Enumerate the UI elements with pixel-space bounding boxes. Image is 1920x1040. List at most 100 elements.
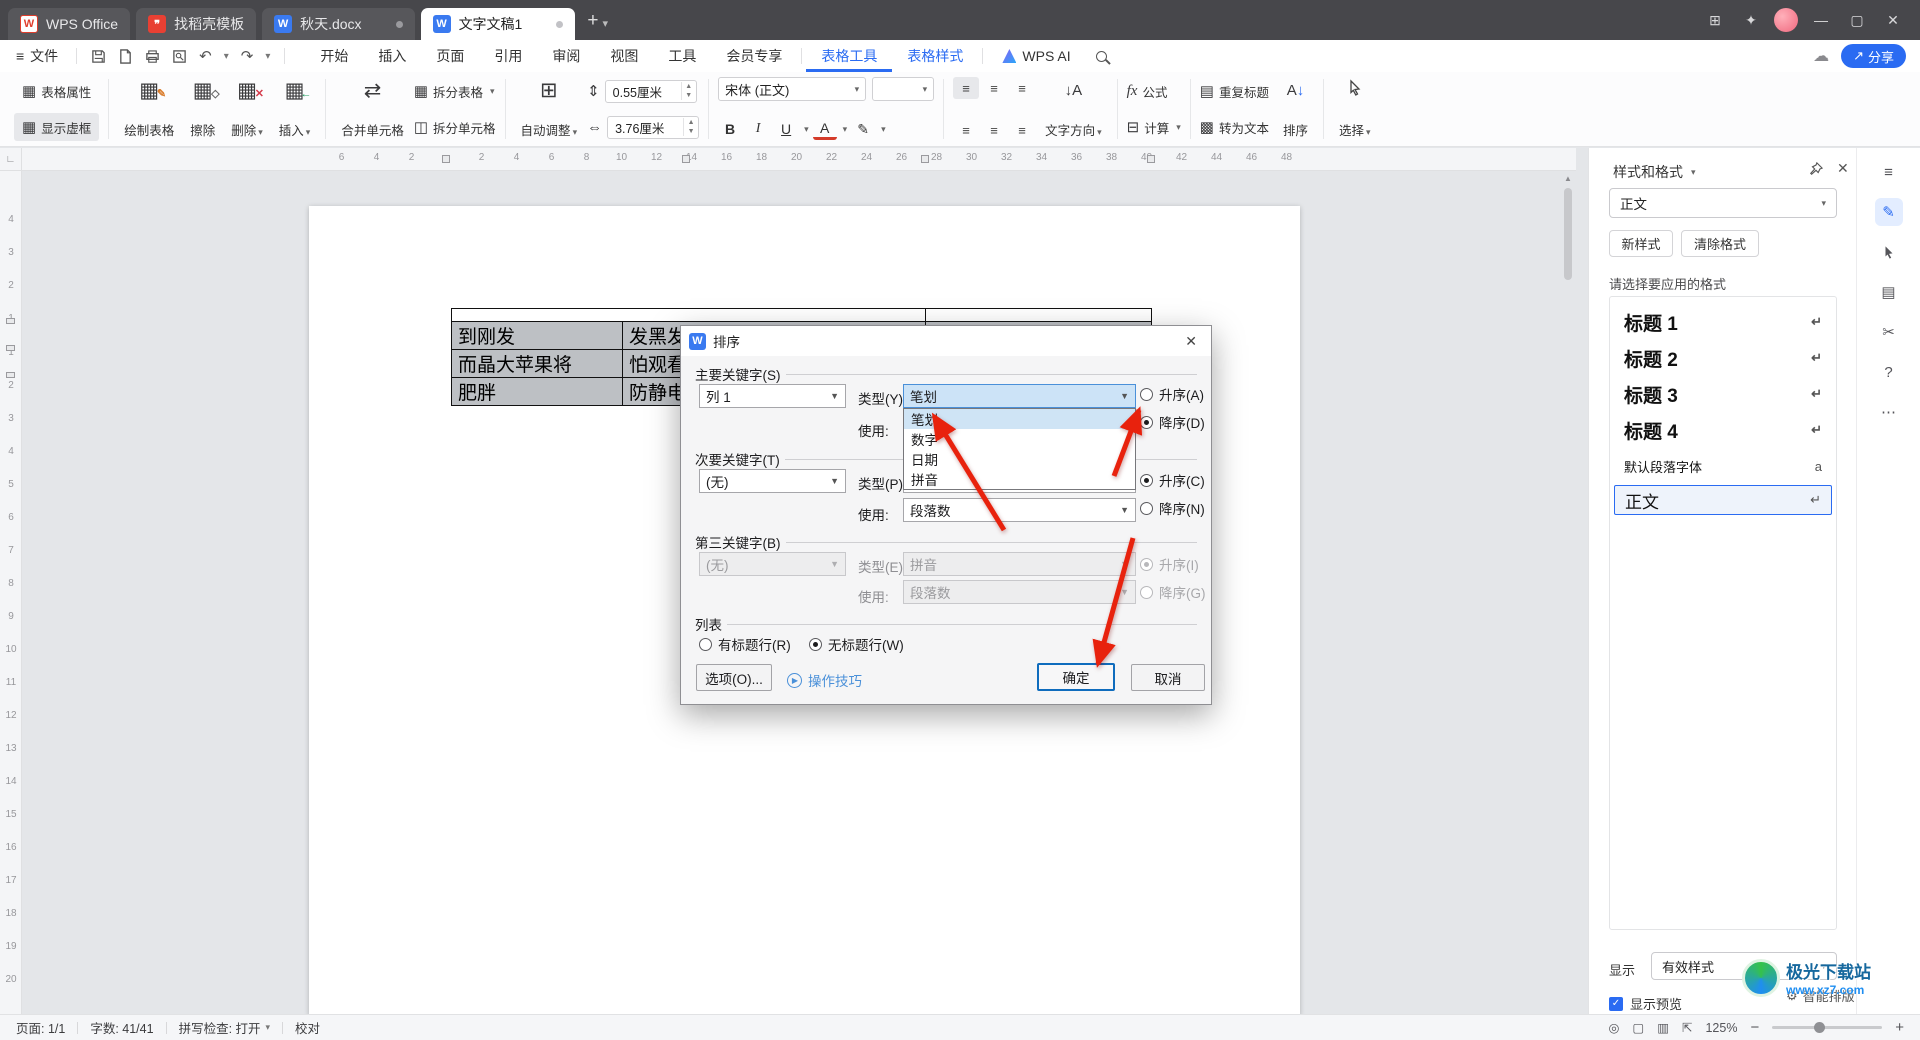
- print-preview-icon[interactable]: [172, 49, 187, 64]
- secondary-use-select[interactable]: 段落数▼: [903, 498, 1136, 522]
- select-button[interactable]: 选择▾: [1333, 77, 1377, 141]
- formula-button[interactable]: fx公式: [1127, 77, 1181, 105]
- table-row-marker[interactable]: [6, 372, 15, 378]
- menu-insert[interactable]: 插入: [363, 40, 421, 72]
- zoom-slider-thumb[interactable]: [1814, 1022, 1825, 1033]
- underline-chevron-icon[interactable]: ▾: [804, 124, 809, 135]
- styles-panel-title[interactable]: 样式和格式▾: [1613, 162, 1696, 182]
- minimize-button[interactable]: —: [1808, 12, 1834, 28]
- secondary-descending-radio[interactable]: 降序(N): [1140, 498, 1205, 518]
- new-style-button[interactable]: 新样式: [1609, 230, 1673, 257]
- undo-chevron-icon[interactable]: ▾: [224, 51, 229, 62]
- secondary-column-select[interactable]: (无)▼: [699, 469, 846, 493]
- dialog-title-bar[interactable]: W 排序 ✕: [681, 326, 1211, 356]
- menu-review[interactable]: 审阅: [537, 40, 595, 72]
- toolbar-chevron-icon[interactable]: ▾: [265, 51, 270, 62]
- column-width-stepper[interactable]: 3.76厘米▲▼: [607, 116, 699, 139]
- sort-button[interactable]: A↓排序: [1277, 77, 1314, 141]
- cloud-sync-icon[interactable]: ☁: [1813, 46, 1829, 66]
- tab-list-chevron-icon[interactable]: ▾: [602, 17, 608, 30]
- spin-buttons[interactable]: ▲▼: [683, 118, 698, 136]
- table-cell[interactable]: 肥胖: [452, 378, 623, 406]
- autofit-button[interactable]: ⊞自动调整▾: [515, 77, 584, 141]
- style-body-selected[interactable]: 正文↵: [1614, 485, 1832, 515]
- header-row-radio[interactable]: 有标题行(R): [699, 634, 791, 654]
- align-top-center-button[interactable]: ≡: [981, 77, 1007, 99]
- close-button[interactable]: ✕: [1880, 12, 1906, 29]
- help-icon[interactable]: ?: [1875, 358, 1903, 386]
- scrollbar-thumb[interactable]: [1564, 188, 1572, 280]
- pin-icon[interactable]: [1809, 162, 1823, 181]
- share-button[interactable]: ↗分享: [1841, 44, 1906, 68]
- table-properties-button[interactable]: ▦表格属性: [14, 77, 99, 105]
- merge-cells-button[interactable]: ⇄合并单元格: [335, 77, 410, 141]
- save-icon[interactable]: [91, 49, 106, 64]
- select-tool-icon[interactable]: [1875, 238, 1903, 266]
- table-column-marker[interactable]: [682, 155, 690, 163]
- cancel-button[interactable]: 取消: [1131, 664, 1205, 691]
- zoom-in-icon[interactable]: +: [1895, 1019, 1904, 1036]
- show-preview-checkbox[interactable]: ✓显示预览: [1609, 994, 1682, 1013]
- current-style-select[interactable]: 正文▾: [1609, 188, 1837, 218]
- vertical-ruler[interactable]: 4 3 2 1 1 2 3 4 5 6 7 8 9 10 11 12 13 14…: [0, 171, 22, 1014]
- table-cell[interactable]: 而晶大苹果将: [452, 350, 623, 378]
- split-table-button[interactable]: ▦拆分表格▾: [414, 77, 496, 105]
- type-option[interactable]: 日期: [904, 449, 1135, 469]
- table-cell[interactable]: 到刚发: [452, 322, 623, 350]
- italic-button[interactable]: I: [746, 117, 770, 141]
- tab-qiutian-docx[interactable]: W 秋天.docx: [262, 8, 414, 40]
- align-bottom-center-button[interactable]: ≡: [981, 119, 1007, 141]
- font-color-button[interactable]: A: [813, 118, 837, 140]
- menu-start[interactable]: 开始: [305, 40, 363, 72]
- document-scrollbar[interactable]: ▲: [1562, 172, 1574, 1014]
- eye-protect-icon[interactable]: ◎: [1608, 1020, 1619, 1035]
- no-header-row-radio[interactable]: 无标题行(W): [809, 634, 904, 654]
- menu-page[interactable]: 页面: [421, 40, 479, 72]
- page-view-icon[interactable]: ▢: [1632, 1020, 1644, 1035]
- secondary-ascending-radio[interactable]: 升序(C): [1140, 470, 1205, 490]
- tab-docer-template[interactable]: ❞ 找稻壳模板: [136, 8, 256, 40]
- calc-button[interactable]: ⊟计算▾: [1127, 113, 1181, 141]
- spellcheck-chevron-icon[interactable]: ▾: [266, 1022, 271, 1033]
- table-row-marker[interactable]: [6, 345, 15, 351]
- font-color-chevron-icon[interactable]: ▾: [843, 124, 848, 135]
- to-text-button[interactable]: ▩转为文本: [1200, 113, 1269, 141]
- ok-button[interactable]: 确定: [1037, 663, 1115, 691]
- horizontal-ruler[interactable]: 642 246810121416182022242628303234363840…: [22, 148, 1576, 171]
- spin-buttons[interactable]: ▲▼: [681, 82, 696, 100]
- menu-tools[interactable]: 工具: [653, 40, 711, 72]
- scroll-up-icon[interactable]: ▲: [1564, 174, 1572, 183]
- style-heading4[interactable]: 标题 4↵: [1614, 413, 1832, 447]
- dialog-close-icon[interactable]: ✕: [1179, 331, 1203, 352]
- align-bottom-left-button[interactable]: ≡: [953, 119, 979, 141]
- repeat-header-button[interactable]: ▤重复标题: [1200, 77, 1269, 105]
- highlight-chevron-icon[interactable]: ▾: [881, 124, 886, 135]
- font-name-select[interactable]: 宋体 (正文)▾: [718, 77, 866, 101]
- type-option[interactable]: 笔划: [904, 409, 1135, 429]
- menu-view[interactable]: 视图: [595, 40, 653, 72]
- tab-wps-home[interactable]: W WPS Office: [8, 8, 130, 40]
- menu-table-style[interactable]: 表格样式: [892, 40, 978, 72]
- user-avatar[interactable]: [1774, 8, 1798, 32]
- fullscreen-icon[interactable]: ⇱: [1682, 1020, 1692, 1035]
- menu-reference[interactable]: 引用: [479, 40, 537, 72]
- zoom-level[interactable]: 125%: [1705, 1021, 1737, 1035]
- primary-descending-radio[interactable]: 降序(D): [1140, 412, 1205, 432]
- tips-link[interactable]: ▶操作技巧: [787, 670, 862, 690]
- split-cells-button[interactable]: ◫拆分单元格: [414, 113, 496, 141]
- align-bottom-right-button[interactable]: ≡: [1009, 119, 1035, 141]
- options-button[interactable]: 选项(O)...: [696, 664, 772, 691]
- style-default-font[interactable]: 默认段落字体a: [1614, 453, 1832, 479]
- zoom-slider[interactable]: [1772, 1026, 1882, 1029]
- table-row[interactable]: [452, 309, 1152, 322]
- style-heading3[interactable]: 标题 3↵: [1614, 377, 1832, 411]
- insert-button[interactable]: ▦←插入▾: [273, 77, 317, 141]
- gift-box-icon[interactable]: ✦: [1738, 12, 1764, 29]
- type-option[interactable]: 拼音: [904, 469, 1135, 489]
- style-heading2[interactable]: 标题 2↵: [1614, 341, 1832, 375]
- delete-button[interactable]: ▦✕删除▾: [225, 77, 269, 141]
- clear-format-button[interactable]: 清除格式: [1681, 230, 1759, 257]
- tab-current-document[interactable]: W 文字文稿1: [421, 8, 576, 40]
- menu-table-tools[interactable]: 表格工具: [806, 40, 892, 72]
- styles-strip-icon[interactable]: ▤: [1875, 278, 1903, 306]
